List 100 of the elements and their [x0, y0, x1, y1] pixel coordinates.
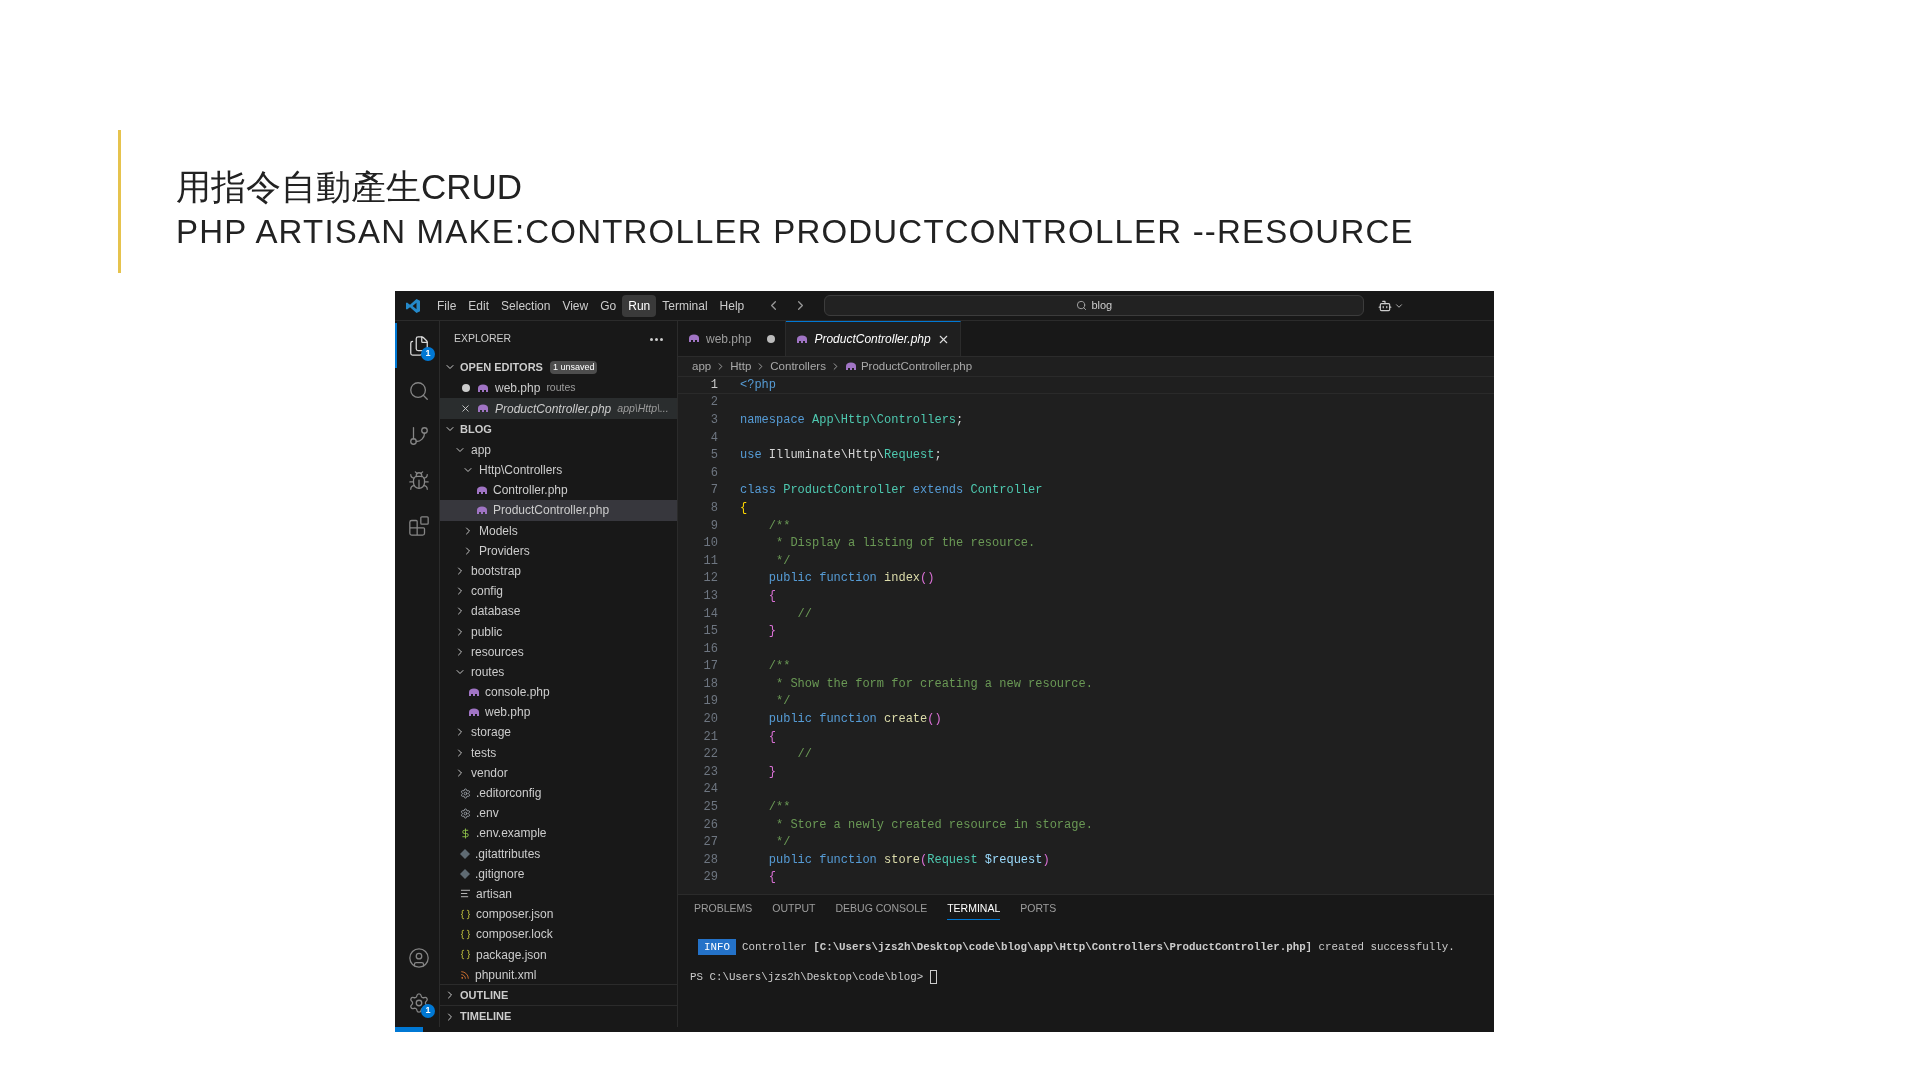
line-number: 18	[702, 675, 718, 693]
menu-item[interactable]: Selection	[495, 294, 557, 317]
line-number: 25	[702, 799, 718, 817]
more-icon[interactable]	[650, 337, 663, 341]
code-line: * Display a listing of the resource.	[775, 535, 1036, 553]
file-name: Http\Controllers	[479, 462, 563, 480]
file-name: package.json	[476, 946, 547, 964]
section-header[interactable]: TIMELINE	[440, 1006, 677, 1027]
activity-button[interactable]: 1	[395, 980, 440, 1025]
robot-icon[interactable]	[1378, 298, 1393, 313]
panel-tab[interactable]: TERMINAL	[947, 897, 1001, 921]
search-value: blog	[1091, 298, 1113, 314]
file-name: .editorconfig	[476, 785, 542, 803]
file-name: bootstrap	[471, 562, 522, 580]
tree-item[interactable]: .editorconfig	[440, 782, 677, 804]
menu-item[interactable]: Edit	[462, 294, 496, 317]
slide-subtitle: PHP ARTISAN MAKE:CONTROLLER PRODUCTCONTROLLER --RESOURCE	[176, 212, 1414, 252]
diamond-icon	[460, 848, 470, 859]
tree-item[interactable]: .env.example	[440, 823, 677, 844]
tree-item[interactable]: phpunit.xml	[440, 964, 677, 984]
count-badge: 1	[421, 347, 435, 361]
panel-tab[interactable]: PORTS	[1020, 897, 1057, 921]
tree-item[interactable]: .env	[440, 803, 677, 824]
line-number: 2	[709, 394, 718, 412]
tree-item[interactable]: resources	[440, 641, 677, 662]
line-number: 22	[702, 746, 718, 764]
settings-icon	[407, 991, 430, 1014]
account-icon	[407, 946, 430, 969]
search-icon	[1076, 300, 1088, 311]
tree-item[interactable]: Http\Controllers	[440, 459, 677, 481]
tree-item[interactable]: public	[440, 621, 677, 642]
code-line: */	[775, 552, 791, 570]
breadcrumb-item[interactable]: Controllers	[770, 357, 826, 376]
tree-item[interactable]: bootstrap	[440, 560, 677, 582]
line-number: 27	[702, 834, 718, 852]
tree-item[interactable]: .gitignore	[440, 863, 677, 884]
line-number: 4	[709, 429, 718, 447]
open-editor-item[interactable]: web.php routes	[440, 377, 677, 399]
tree-item[interactable]: console.php	[440, 682, 677, 703]
dollar-icon	[460, 827, 471, 839]
close-icon[interactable]	[460, 403, 471, 415]
code-line: * Store a newly created resource in storage.	[775, 816, 1093, 834]
menu-item[interactable]: Terminal	[656, 294, 714, 317]
file-name: .env	[476, 805, 499, 823]
tree-item[interactable]: app	[440, 439, 677, 460]
panel-tab[interactable]: PROBLEMS	[694, 897, 753, 921]
braces-icon	[460, 928, 471, 940]
tree-item[interactable]: web.php	[440, 702, 677, 723]
menu-item[interactable]: Go	[594, 294, 623, 317]
editor-tab[interactable]: ProductController.php	[786, 321, 961, 356]
tree-item[interactable]: vendor	[440, 762, 677, 783]
tree-item[interactable]: ProductController.php	[440, 500, 677, 521]
line-number: 16	[702, 640, 718, 658]
code-line: /**	[767, 658, 791, 676]
tree-item[interactable]: storage	[440, 722, 677, 743]
file-name: tests	[471, 744, 497, 762]
section-title: OPEN EDITORS	[460, 360, 543, 376]
tree-item[interactable]: config	[440, 581, 677, 602]
braces-icon	[460, 908, 471, 920]
menu-item[interactable]: Run	[622, 294, 657, 317]
terminal-prompt: PS C:\Users\jzs2h\Desktop\code\blog>	[690, 970, 925, 986]
menu-item[interactable]: File	[431, 294, 463, 317]
code-line: */	[775, 693, 791, 711]
file-name: composer.lock	[476, 926, 553, 944]
tree-item[interactable]: composer.json	[440, 904, 677, 925]
section-title: BLOG	[460, 422, 492, 438]
file-name: artisan	[476, 885, 513, 903]
tree-item[interactable]: Providers	[440, 540, 677, 561]
panel-tab[interactable]: DEBUG CONSOLE	[835, 897, 928, 921]
gear-icon	[460, 787, 471, 799]
breadcrumb-item[interactable]: ProductController.php	[860, 357, 973, 376]
file-name: Providers	[479, 542, 530, 560]
section-header[interactable]: BLOG	[440, 419, 677, 440]
menu-item[interactable]: Help	[713, 294, 751, 317]
line-number: 21	[702, 728, 718, 746]
tree-item[interactable]: composer.lock	[440, 924, 677, 945]
tree-item[interactable]: Controller.php	[440, 480, 677, 501]
file-name: Controller.php	[493, 482, 568, 500]
tree-item[interactable]: database	[440, 601, 677, 622]
breadcrumb-item[interactable]: app	[692, 357, 712, 376]
code-line: namespace App\Http\Controllers;	[740, 412, 964, 429]
tree-item[interactable]: package.json	[440, 944, 677, 965]
breadcrumb-item[interactable]: Http	[730, 357, 752, 376]
line-number: 24	[702, 781, 718, 799]
open-editor-item[interactable]: ProductController.php app\Http\...	[440, 398, 677, 420]
file-name: storage	[471, 724, 512, 742]
tree-item[interactable]: Models	[440, 520, 677, 541]
file-name: composer.json	[476, 906, 554, 924]
tree-item[interactable]: artisan	[440, 883, 677, 905]
section-header[interactable]: OUTLINE	[440, 984, 677, 1006]
line-number: 7	[709, 482, 718, 500]
section-title: OUTLINE	[460, 987, 509, 1003]
tree-item[interactable]: .gitattributes	[440, 843, 677, 864]
section-header[interactable]: OPEN EDITORS 1 unsaved	[440, 357, 677, 378]
tree-item[interactable]: routes	[440, 661, 677, 682]
file-name: console.php	[485, 684, 550, 702]
panel-tab[interactable]: OUTPUT	[772, 897, 816, 921]
search-field[interactable]: blog	[824, 295, 1365, 316]
tree-item[interactable]: tests	[440, 742, 677, 763]
menu-item[interactable]: View	[556, 294, 595, 317]
